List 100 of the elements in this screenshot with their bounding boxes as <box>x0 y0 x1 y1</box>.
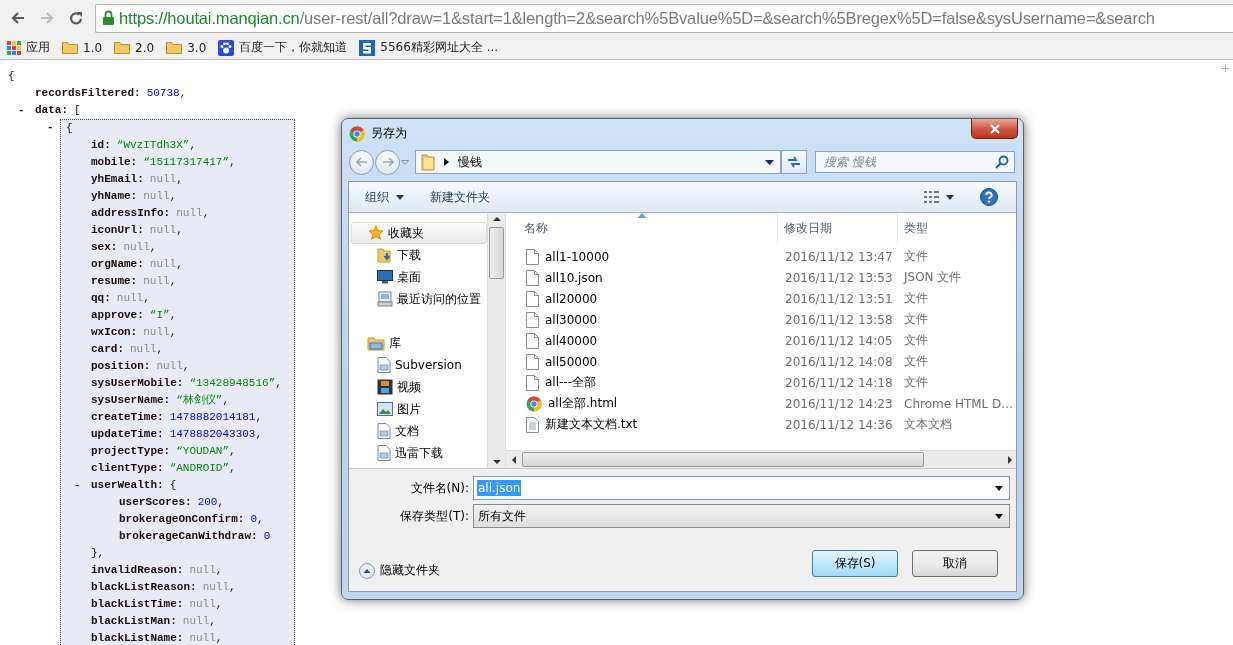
folder-icon <box>62 41 78 54</box>
file-name[interactable]: all10.json <box>545 270 603 285</box>
refresh-button[interactable] <box>781 150 807 174</box>
file-type: 文件 <box>903 290 929 307</box>
file-name[interactable]: all50000 <box>545 354 598 369</box>
nav-item[interactable]: 视频 <box>351 376 487 398</box>
json-key: orgName: <box>91 256 144 273</box>
column-header[interactable]: 类型 <box>898 213 1016 243</box>
json-punctuation: , <box>229 155 236 170</box>
file-icon <box>526 374 539 391</box>
filetype-dropdown[interactable]: 所有文件 <box>473 504 1010 528</box>
nav-item[interactable]: 最近访问的位置 <box>351 288 487 310</box>
json-key: blackListTime: <box>91 596 184 613</box>
json-key: position: <box>91 358 151 375</box>
bookmark-link[interactable]: 应用 <box>5 39 52 56</box>
app-logo-icon <box>349 125 365 142</box>
bookmark-link[interactable]: 2.0 <box>112 40 157 55</box>
json-value: null <box>149 223 177 238</box>
json-value: null <box>149 172 177 187</box>
bookmark-link[interactable]: 百度一下，你就知道 <box>216 39 350 56</box>
text-file-icon <box>526 416 539 433</box>
nav-item[interactable]: 收藏夹 <box>351 222 487 244</box>
file-name[interactable]: all20000 <box>545 291 598 306</box>
json-value: “WvzITdh3X” <box>116 138 190 153</box>
file-date: 2016/11/12 13:51 <box>784 291 894 306</box>
column-header[interactable]: 修改日期 <box>778 213 898 243</box>
vertical-scrollbar[interactable] <box>487 213 505 468</box>
hide-folders-button[interactable]: 隐藏文件夹 <box>359 562 440 579</box>
search-field[interactable]: 搜索 慢钱 <box>815 151 1015 173</box>
file-type: Chrome HTML D... <box>903 396 1014 411</box>
app-logo-icon <box>526 395 542 412</box>
json-punctuation: , <box>149 240 157 255</box>
file-type: 文件 <box>903 332 929 349</box>
json-key: blackListReason: <box>91 579 197 596</box>
nav-item[interactable]: 图片 <box>351 398 487 420</box>
file-name[interactable]: all1-10000 <box>545 249 610 264</box>
json-punctuation: , <box>176 257 183 272</box>
history-caret-icon[interactable] <box>401 159 409 165</box>
organize-button[interactable]: 组织 <box>357 184 412 210</box>
search-icon <box>995 155 1009 169</box>
horizontal-scrollbar[interactable] <box>506 450 1016 468</box>
json-punctuation: , <box>255 427 263 442</box>
json-punctuation: , <box>169 308 177 323</box>
json-key: blackListName: <box>91 630 184 645</box>
json-key: addressInfo: <box>91 205 171 222</box>
nav-item[interactable]: 桌面 <box>351 266 487 288</box>
file-name[interactable]: all---全部 <box>545 374 596 391</box>
json-value: null <box>143 274 170 289</box>
json-value: “YOUDAN” <box>176 444 230 459</box>
forward-button[interactable] <box>375 149 400 175</box>
json-punctuation: , <box>229 461 236 476</box>
file-name[interactable]: all30000 <box>545 312 598 327</box>
json-key: brokerageCanWithdraw: <box>119 528 258 545</box>
nav-item[interactable]: 文档 <box>351 420 487 442</box>
file-icon <box>526 332 539 349</box>
film-icon <box>377 379 393 395</box>
file-type: 文件 <box>903 248 929 265</box>
json-key: userScores: <box>119 494 192 511</box>
file-icon <box>526 248 539 265</box>
json-bracket: }, <box>91 546 105 561</box>
json-key: wxIcon: <box>91 324 138 341</box>
recent-places-icon <box>377 291 393 307</box>
collapse-toggle[interactable]: - <box>74 477 91 494</box>
new-folder-button[interactable]: 新建文件夹 <box>422 184 498 210</box>
document-icon <box>377 445 391 461</box>
file-date: 2016/11/12 13:53 <box>784 270 894 285</box>
json-punctuation: , <box>169 274 177 289</box>
file-name[interactable]: all全部.html <box>548 395 618 412</box>
collapse-toggle[interactable]: - <box>18 102 35 119</box>
nav-item[interactable]: 库 <box>351 332 487 354</box>
json-value: null <box>149 257 177 272</box>
json-key: createTime: <box>91 409 164 426</box>
json-punctuation: , <box>156 342 164 357</box>
bookmark-link[interactable]: 5566精彩网址大全 ... <box>357 39 501 56</box>
nav-item[interactable]: 下载 <box>351 244 487 266</box>
collapse-toggle[interactable]: - <box>47 119 60 136</box>
close-button[interactable] <box>971 119 1018 139</box>
nav-item[interactable]: Subversion <box>351 354 487 376</box>
caret-icon <box>765 159 774 165</box>
document-icon <box>377 423 391 439</box>
file-name[interactable]: 新建文本文档.txt <box>545 416 638 433</box>
json-key: blackListMan: <box>91 613 177 630</box>
json-key: qq: <box>91 290 111 307</box>
json-value: 50738 <box>146 86 180 101</box>
json-bracket: [ <box>74 103 81 118</box>
json-punctuation: , <box>255 410 263 425</box>
cancel-button[interactable]: 取消 <box>912 550 998 577</box>
save-button[interactable]: 保存(S) <box>812 550 898 577</box>
location-bar[interactable]: 慢钱 <box>415 150 781 174</box>
json-punctuation: , <box>215 563 223 578</box>
url-field[interactable]: https://houtai.manqian.cn/user-rest/all?draw=1&start=1&length=2&search%5Bvalue%5D=&search%5Bregex%5D=false&sysUsername=&search <box>119 8 1155 28</box>
json-value: null <box>189 631 216 645</box>
nav-item[interactable]: 迅雷下载 <box>351 442 487 464</box>
json-value: 1478882014181 <box>169 410 256 425</box>
bookmark-link[interactable]: 3.0 <box>164 40 209 55</box>
file-name[interactable]: all40000 <box>545 333 598 348</box>
json-object-block[interactable] <box>60 119 295 645</box>
column-header[interactable]: 名称 <box>506 213 778 243</box>
bookmark-link[interactable]: 1.0 <box>60 40 105 55</box>
forward-arrow-icon <box>381 157 394 167</box>
